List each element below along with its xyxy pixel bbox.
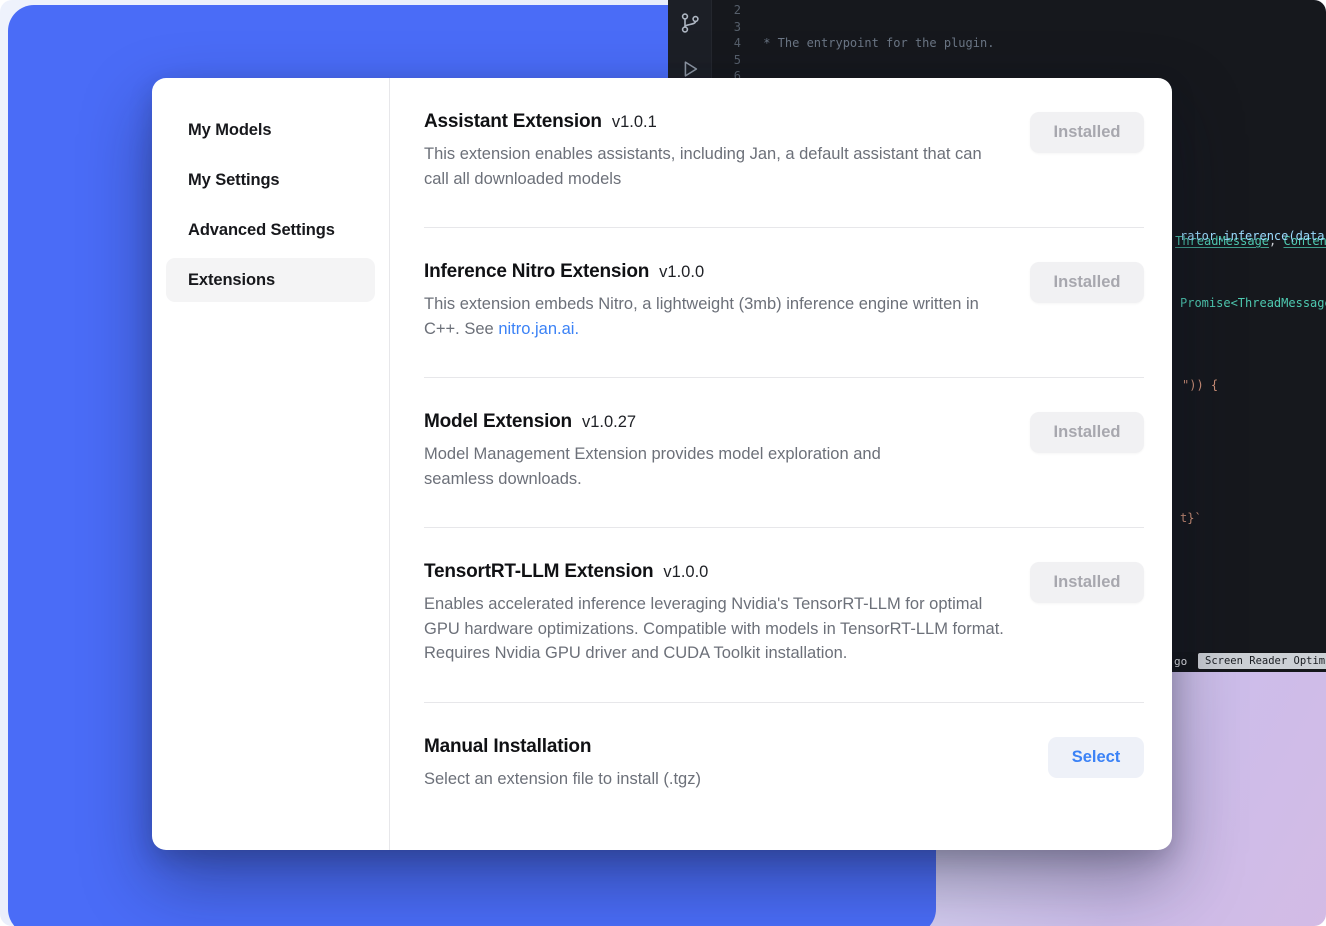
extension-row-inference-nitro: Inference Nitro Extension v1.0.0 This ex…	[424, 228, 1144, 378]
installed-button[interactable]: Installed	[1030, 112, 1144, 153]
sidebar-item-extensions[interactable]: Extensions	[166, 258, 375, 302]
code-fragment: rator.inference(data));	[1180, 229, 1326, 243]
extension-description: This extension enables assistants, inclu…	[424, 142, 1002, 191]
sidebar-item-label: My Models	[188, 121, 271, 140]
extension-title: Assistant Extension	[424, 111, 602, 133]
editor-line-numbers: 2 3 4 5 6	[711, 2, 741, 85]
settings-sidebar: My Models My Settings Advanced Settings …	[152, 78, 390, 850]
manual-installation-title: Manual Installation	[424, 736, 591, 758]
installed-button[interactable]: Installed	[1030, 562, 1144, 603]
line-number: 4	[711, 35, 741, 52]
code-fragment: t}`	[1180, 511, 1202, 525]
settings-modal: My Models My Settings Advanced Settings …	[152, 78, 1172, 850]
screen-reader-status-chip: Screen Reader Optimize	[1198, 653, 1326, 669]
installed-button[interactable]: Installed	[1030, 262, 1144, 303]
code-line: * The entrypoint for the plugin.	[756, 35, 1326, 52]
nitro-jan-ai-link[interactable]: nitro.jan.ai.	[498, 320, 579, 338]
extension-version: v1.0.0	[663, 563, 708, 582]
extension-info: Model Extension v1.0.27 Model Management…	[424, 411, 924, 491]
extension-info: Assistant Extension v1.0.1 This extensio…	[424, 111, 1002, 191]
sidebar-item-my-settings[interactable]: My Settings	[166, 158, 375, 202]
sidebar-item-label: Advanced Settings	[188, 221, 335, 240]
extension-row-model: Model Extension v1.0.27 Model Management…	[424, 378, 1144, 528]
extension-title: Model Extension	[424, 411, 572, 433]
manual-installation-description: Select an extension file to install (.tg…	[424, 767, 701, 792]
extensions-panel: Assistant Extension v1.0.1 This extensio…	[390, 78, 1172, 850]
sidebar-item-label: My Settings	[188, 171, 280, 190]
code-fragment: ")) {	[1182, 378, 1218, 392]
extension-info: TensortRT-LLM Extension v1.0.0 Enables a…	[424, 561, 1016, 666]
status-bar-text: go	[1174, 655, 1187, 668]
line-number: 5	[711, 52, 741, 69]
extension-title: TensortRT-LLM Extension	[424, 561, 653, 583]
extension-version: v1.0.0	[659, 263, 704, 282]
source-control-icon[interactable]	[677, 10, 703, 36]
extension-version: v1.0.27	[582, 413, 636, 432]
extension-info: Inference Nitro Extension v1.0.0 This ex…	[424, 261, 1002, 341]
extension-title: Inference Nitro Extension	[424, 261, 649, 283]
extension-description: This extension embeds Nitro, a lightweig…	[424, 292, 1002, 341]
extension-row-assistant: Assistant Extension v1.0.1 This extensio…	[424, 108, 1144, 228]
select-file-button[interactable]: Select	[1048, 737, 1144, 778]
extension-description: Enables accelerated inference leveraging…	[424, 592, 1016, 666]
sidebar-item-advanced-settings[interactable]: Advanced Settings	[166, 208, 375, 252]
code-fragment: Promise<ThreadMessage>	[1180, 296, 1326, 310]
manual-installation-row: Manual Installation Select an extension …	[424, 703, 1144, 792]
screenshot-canvas: 2 3 4 5 6 * The entrypoint for the plugi…	[0, 0, 1326, 926]
sidebar-item-my-models[interactable]: My Models	[166, 108, 375, 152]
extension-version: v1.0.1	[612, 113, 657, 132]
extension-description: Model Management Extension provides mode…	[424, 442, 924, 491]
extension-row-tensorrt-llm: TensortRT-LLM Extension v1.0.0 Enables a…	[424, 528, 1144, 703]
extension-info: Manual Installation Select an extension …	[424, 736, 701, 792]
line-number: 3	[711, 19, 741, 36]
sidebar-item-label: Extensions	[188, 271, 275, 290]
installed-button[interactable]: Installed	[1030, 412, 1144, 453]
line-number: 2	[711, 2, 741, 19]
